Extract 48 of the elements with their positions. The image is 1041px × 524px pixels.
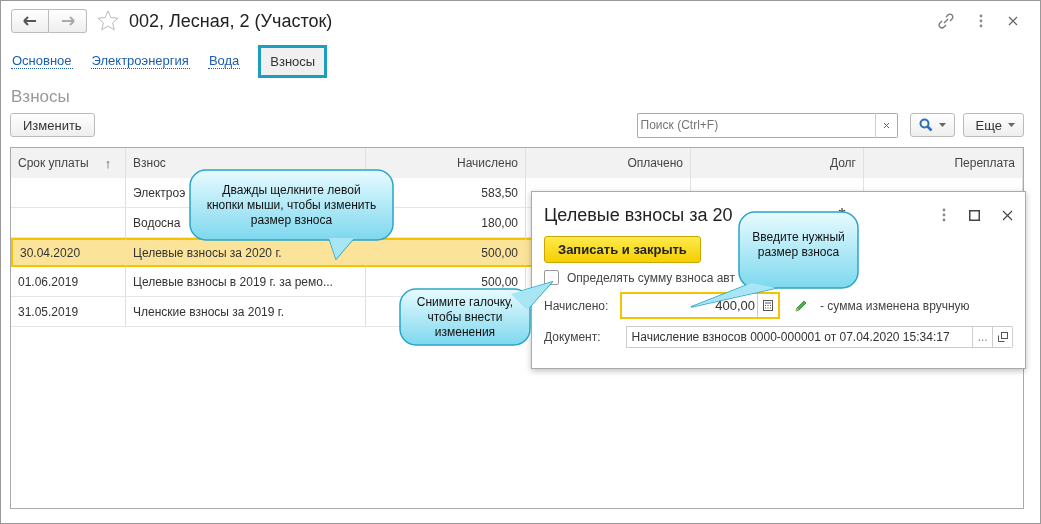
document-field[interactable]: Начисление взносов 0000-000001 от 07.04.2020 15:34:17 [625, 326, 974, 348]
link-icon[interactable] [938, 13, 954, 29]
caret-icon [938, 123, 946, 127]
checkbox-label: Определять сумму взноса авт [567, 270, 735, 285]
table-cell: 30.04.2020 [11, 238, 126, 267]
tab[interactable]: Электроэнергия [90, 53, 190, 69]
arrow-right-icon [60, 16, 75, 26]
close-icon [882, 121, 890, 129]
table-cell: Целевые взносы в 2019 г. за ремо... [126, 267, 366, 296]
table-cell: 31.05.2019 [11, 297, 126, 326]
edited-note: - сумма изменена вручную [820, 298, 970, 313]
column-header[interactable]: Срок уплаты ↑ [11, 148, 126, 178]
open-window-icon [997, 332, 1008, 342]
edit-button[interactable]: Изменить [10, 113, 95, 137]
more-button[interactable]: Еще [962, 113, 1024, 137]
column-header[interactable]: Долг [691, 148, 864, 178]
field-label: Документ: [544, 330, 602, 344]
dialog-title: Целевые взносы за 20 [544, 204, 733, 226]
column-header[interactable]: Переплата [864, 148, 1023, 178]
close-icon[interactable] [1002, 209, 1013, 221]
table-cell: Членские взносы за 2019 г. [126, 297, 366, 326]
save-close-button[interactable]: Записать и закрыть [544, 236, 701, 263]
pencil-icon [794, 298, 808, 313]
back-button[interactable] [11, 9, 49, 33]
search-button[interactable] [909, 113, 955, 137]
column-header[interactable]: Оплачено [526, 148, 691, 178]
tooltip-text: Снимите галочку, чтобы внести изменения [415, 294, 515, 340]
tab[interactable]: Вода [207, 53, 241, 69]
section-title: Взносы [10, 86, 71, 108]
tab[interactable]: Взносы [258, 44, 328, 78]
close-icon[interactable] [1008, 16, 1018, 26]
table-cell: 500,00 [366, 238, 526, 267]
maximize-icon[interactable] [969, 209, 980, 221]
star-icon[interactable] [97, 10, 119, 32]
tab[interactable]: Основное [11, 53, 73, 69]
more-options-icon[interactable] [941, 208, 947, 222]
table-cell: 01.06.2019 [11, 267, 126, 296]
open-button[interactable] [993, 326, 1013, 348]
calculator-icon [763, 300, 773, 311]
search-icon [918, 118, 933, 132]
tooltip-text: Введите нужный размер взноса [751, 230, 846, 260]
caret-icon [1008, 123, 1015, 127]
more-options-icon[interactable] [978, 14, 984, 28]
select-button[interactable]: ... [973, 326, 994, 348]
arrow-left-icon [23, 16, 37, 26]
search-field[interactable]: Поиск (Ctrl+F) [636, 112, 876, 138]
field-label: Начислено: [544, 298, 608, 313]
window-title: 002, Лесная, 2 (Участок) [129, 10, 333, 32]
